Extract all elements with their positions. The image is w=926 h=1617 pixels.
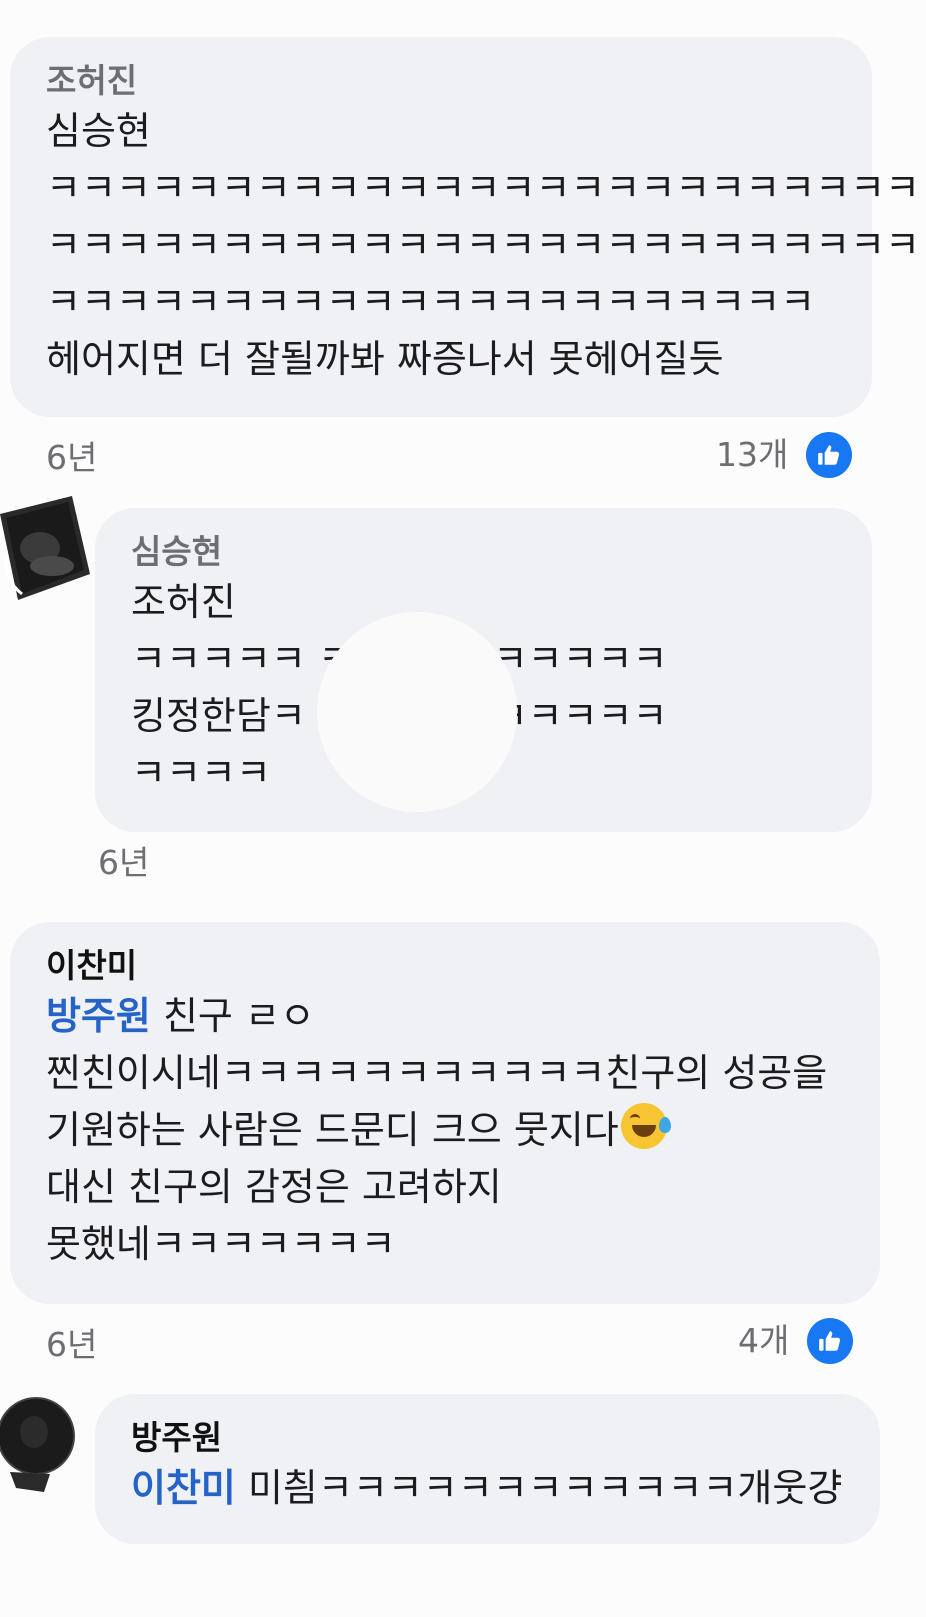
comment-timestamp[interactable]: 6년 — [98, 843, 149, 883]
comment-text-line: ㅋㅋㅋㅋㅋㅋㅋㅋㅋㅋㅋㅋㅋㅋㅋㅋㅋㅋㅋㅋㅋㅋㅋㅋㅋ — [46, 223, 921, 267]
avatar[interactable] — [0, 496, 90, 600]
comment-text-line: 기원하는 사람은 드문디 크으 뭇지다 — [46, 1102, 844, 1159]
reaction-summary[interactable]: 13개 — [716, 432, 853, 478]
avatar[interactable] — [0, 1396, 80, 1496]
comment-text: 기원하는 사람은 드문디 크으 뭇지다 — [46, 1108, 619, 1152]
comment-text: 친구 ㄹㅇ — [150, 994, 315, 1038]
comment-timestamp[interactable]: 6년 — [46, 1325, 97, 1365]
comment-thread: 조허진 심승현 ㅋㅋㅋㅋㅋㅋㅋㅋㅋㅋㅋㅋㅋㅋㅋㅋㅋㅋㅋㅋㅋㅋㅋㅋㅋ ㅋㅋㅋㅋㅋㅋ… — [0, 0, 926, 1617]
comment-text-line: 방주원 친구 ㄹㅇ — [46, 988, 844, 1045]
comment-text-line: 헤어지면 더 잘될까봐 짜증나서 못헤어질듯 — [46, 337, 724, 381]
laughing-emoji-icon — [620, 1103, 671, 1149]
reaction-count: 4개 — [738, 1321, 790, 1360]
mention-link[interactable]: 이찬미 — [131, 1466, 236, 1510]
comment-text: 미칌ㅋㅋㅋㅋㅋㅋㅋㅋㅋㅋㅋㅋ개웃걍 — [235, 1466, 843, 1510]
reaction-count: 13개 — [716, 435, 789, 474]
comment-text-line: 이찬미 미칌ㅋㅋㅋㅋㅋㅋㅋㅋㅋㅋㅋㅋ개웃걍 — [131, 1460, 844, 1517]
comment-author[interactable]: 이찬미 — [46, 944, 844, 988]
reply-bubble[interactable]: 심승현 조허진 ㅋㅋㅋㅋㅋ ㅋㅋㅋㅋㅋㅋㅋㅋㅋㅋ 킹정한담ㅋ ㅋㅋㅋㅋㅋㅋㅋㅋㅋ… — [95, 508, 872, 832]
comment-text-line: ㅋㅋㅋㅋㅋㅋㅋㅋㅋㅋㅋㅋㅋㅋㅋㅋㅋㅋㅋㅋㅋㅋ — [46, 280, 816, 324]
comment-text-line: 대신 친구의 감정은 고려하지 — [46, 1165, 502, 1209]
reaction-summary[interactable]: 4개 — [738, 1318, 854, 1364]
thumbs-up-icon — [807, 1318, 854, 1364]
comment-text-line: ㅋㅋㅋㅋㅋㅋㅋㅋㅋㅋㅋㅋㅋㅋㅋㅋㅋㅋㅋㅋㅋㅋㅋㅋㅋ — [46, 166, 921, 210]
thumbs-up-icon — [806, 432, 853, 478]
comment-author[interactable]: 심승현 — [131, 530, 836, 574]
comment-text-line: 심승현 — [46, 109, 151, 153]
comment-author[interactable]: 조허진 — [46, 59, 836, 103]
comment-bubble[interactable]: 이찬미 방주원 친구 ㄹㅇ 찐친이시네ㅋㅋㅋㅋㅋㅋㅋㅋㅋㅋㅋ친구의 성공을 기원… — [10, 922, 880, 1304]
comment-text-line: 조허진 — [131, 580, 236, 624]
censor-blur — [317, 612, 517, 812]
comment-bubble[interactable]: 조허진 심승현 ㅋㅋㅋㅋㅋㅋㅋㅋㅋㅋㅋㅋㅋㅋㅋㅋㅋㅋㅋㅋㅋㅋㅋㅋㅋ ㅋㅋㅋㅋㅋㅋ… — [10, 37, 921, 417]
reply-bubble[interactable]: 방주원 이찬미 미칌ㅋㅋㅋㅋㅋㅋㅋㅋㅋㅋㅋㅋ개웃걍 — [95, 1394, 880, 1544]
comment-timestamp[interactable]: 6년 — [46, 438, 97, 478]
comment-text-line: 찐친이시네ㅋㅋㅋㅋㅋㅋㅋㅋㅋㅋㅋ친구의 성공을 — [46, 1051, 828, 1095]
comment-author[interactable]: 방주원 — [131, 1416, 844, 1460]
comment-text-line: 못했네ㅋㅋㅋㅋㅋㅋㅋ — [46, 1222, 396, 1266]
mention-link[interactable]: 방주원 — [46, 994, 151, 1038]
